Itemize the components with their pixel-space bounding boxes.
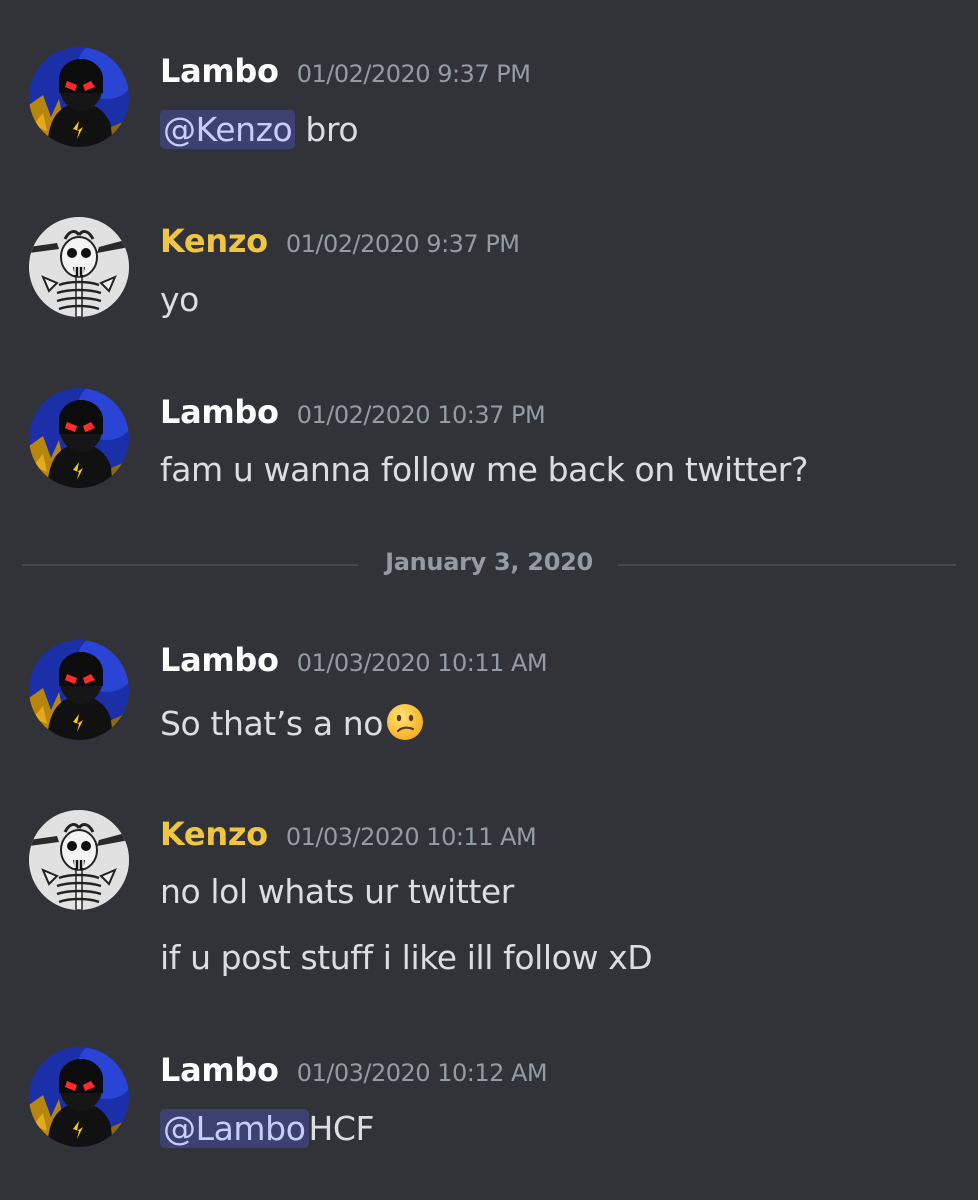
message-content: HCF: [308, 1109, 375, 1148]
dark-hooded-character-avatar[interactable]: [29, 388, 129, 488]
message-header: Lambo 01/03/2020 10:11 AM: [160, 641, 548, 679]
skeleton-avatar[interactable]: [29, 217, 129, 317]
message-text: So that’s a no: [160, 702, 425, 743]
message-content: So that’s a no: [160, 704, 384, 743]
author-name[interactable]: Kenzo: [160, 815, 268, 853]
message-timestamp: 01/02/2020 10:37 PM: [296, 401, 546, 429]
message-timestamp: 01/03/2020 10:11 AM: [285, 823, 537, 851]
message-header: Lambo 01/02/2020 9:37 PM: [160, 52, 531, 90]
message-header: Lambo 01/02/2020 10:37 PM: [160, 393, 546, 431]
divider-date: January 3, 2020: [385, 548, 593, 576]
user-mention[interactable]: @Lambo: [160, 1109, 309, 1148]
message-text: no lol whats ur twitter: [160, 872, 514, 911]
message-text: yo: [160, 280, 199, 319]
author-name[interactable]: Lambo: [160, 1051, 279, 1089]
message-content: fam u wanna follow me back on twitter?: [160, 450, 809, 489]
dark-hooded-character-avatar[interactable]: [29, 47, 129, 147]
author-name[interactable]: Lambo: [160, 641, 279, 679]
message-content: if u post stuff i like ill follow xD: [160, 938, 653, 977]
message-header: Kenzo 01/03/2020 10:11 AM: [160, 815, 537, 853]
dark-hooded-character-avatar[interactable]: [29, 1047, 129, 1147]
message-timestamp: 01/03/2020 10:11 AM: [296, 649, 548, 677]
message-text: fam u wanna follow me back on twitter?: [160, 450, 808, 489]
message-timestamp: 01/02/2020 9:37 PM: [296, 60, 531, 88]
dark-hooded-character-avatar[interactable]: [29, 640, 129, 740]
message-header: Kenzo 01/02/2020 9:37 PM: [160, 222, 520, 260]
message-text: if u post stuff i like ill follow xD: [160, 938, 653, 977]
user-mention[interactable]: @Kenzo: [160, 110, 296, 149]
message-text: @LamboHCF: [160, 1109, 375, 1148]
message-header: Lambo 01/03/2020 10:12 AM: [160, 1051, 548, 1089]
message-content: bro: [295, 110, 359, 149]
confused-face-emoji: [387, 704, 424, 740]
author-name[interactable]: Lambo: [160, 393, 279, 431]
message-content: no lol whats ur twitter: [160, 872, 514, 911]
skeleton-avatar[interactable]: [29, 810, 129, 910]
message-timestamp: 01/02/2020 9:37 PM: [285, 230, 520, 258]
author-name[interactable]: Kenzo: [160, 222, 268, 260]
message-content: yo: [160, 280, 199, 319]
message-text: @Kenzo bro: [160, 110, 359, 149]
date-divider: January 3, 2020: [22, 548, 956, 576]
message-timestamp: 01/03/2020 10:12 AM: [296, 1059, 548, 1087]
author-name[interactable]: Lambo: [160, 52, 279, 90]
